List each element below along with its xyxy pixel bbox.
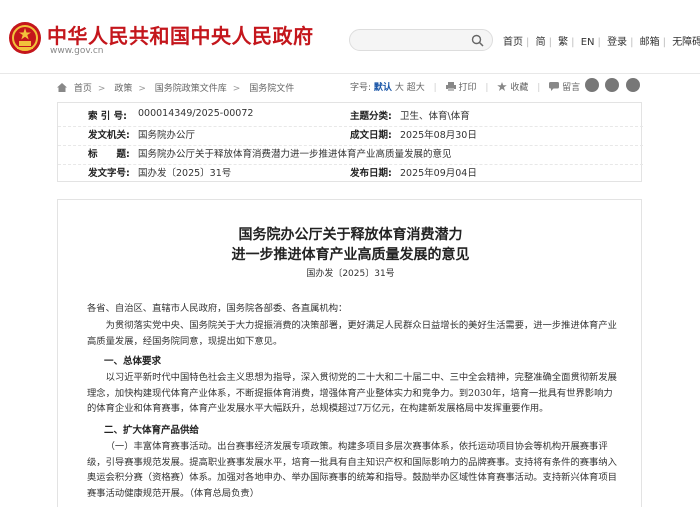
search-icon[interactable]: [471, 34, 484, 47]
article-title-line-2: 进一步推进体育产业高质量发展的意见: [231, 247, 470, 263]
comment-icon[interactable]: [549, 82, 560, 91]
issuer-label: 发文机关:: [88, 130, 130, 141]
written-date-value: 2025年08月30日: [400, 130, 477, 141]
wechat-icon[interactable]: [605, 78, 619, 92]
article-tools: 字号: 默认 大 超大 | 打印 | 收藏 | 留言: [350, 82, 581, 93]
nav-home[interactable]: 首页: [503, 37, 523, 48]
comment-button[interactable]: 留言: [562, 83, 580, 93]
breadcrumb-policy-library[interactable]: 国务院政策文件库: [155, 84, 227, 94]
publish-date-value: 2025年09月04日: [400, 168, 477, 179]
search-input[interactable]: [349, 29, 493, 51]
font-size-default[interactable]: 默认: [374, 83, 392, 93]
breadcrumb-policy[interactable]: 政策: [114, 84, 132, 94]
nav-login[interactable]: 登录: [607, 37, 627, 48]
article-title-line-1: 国务院办公厅关于释放体育消费潜力: [238, 227, 463, 243]
paragraph-sports-events: （一）丰富体育赛事活动。出台赛事经济发展专项政策。构建多项目多层次赛事体系，依托…: [87, 441, 617, 499]
index-label: 索 引 号:: [88, 111, 127, 122]
section-heading-1: 一、总体要求: [104, 356, 162, 367]
site-header: 中华人民共和国中央人民政府 www.gov.cn 首页 | 简 | 繁 | EN | 登…: [0, 0, 700, 74]
site-title[interactable]: 中华人民共和国中央人民政府: [47, 20, 314, 49]
paragraph-general-requirements: 以习近平新时代中国特色社会主义思想为指导，深入贯彻党的二十大和二十届二中、三中全…: [87, 372, 617, 414]
font-size-large[interactable]: 大: [395, 83, 404, 93]
favorite-button[interactable]: 收藏: [510, 83, 528, 93]
breadcrumb-state-council-docs[interactable]: 国务院文件: [249, 84, 294, 94]
nav-mail[interactable]: 邮箱: [640, 37, 660, 48]
home-icon: [57, 83, 67, 92]
nav-accessibility[interactable]: 无障碍: [672, 37, 700, 48]
header-divider: [0, 73, 700, 74]
index-value: 000014349/2025-00072: [138, 108, 254, 119]
nav-traditional[interactable]: 繁: [558, 37, 568, 48]
breadcrumb-home[interactable]: 首页: [74, 84, 92, 94]
weibo-icon[interactable]: [585, 78, 599, 92]
font-size-label: 字号:: [350, 83, 372, 93]
publish-date-label: 发布日期:: [350, 168, 392, 179]
written-date-label: 成文日期:: [350, 130, 392, 141]
doc-number-label: 发文字号:: [88, 168, 130, 179]
article-body: 国务院办公厅关于释放体育消费潜力 进一步推进体育产业高质量发展的意见 国办发〔2…: [57, 199, 642, 507]
nav-english[interactable]: EN: [581, 37, 595, 48]
issuer-value: 国务院办公厅: [138, 130, 196, 141]
font-size-xlarge[interactable]: 超大: [407, 83, 425, 93]
nav-simplified[interactable]: 简: [536, 37, 546, 48]
top-nav: 首页 | 简 | 繁 | EN | 登录 | 邮箱 | 无障碍: [503, 33, 700, 48]
category-value: 卫生、体育\体育: [400, 111, 470, 122]
article-doc-number: 国办发〔2025〕31号: [306, 269, 395, 279]
title-value: 国务院办公厅关于释放体育消费潜力进一步推进体育产业高质量发展的意见: [138, 149, 452, 160]
salutation: 各省、自治区、直辖市人民政府，国务院各部委、各直属机构：: [87, 303, 348, 314]
doc-number-value: 国办发〔2025〕31号: [138, 168, 232, 179]
qzone-icon[interactable]: [626, 78, 640, 92]
star-icon[interactable]: [497, 82, 508, 91]
document-info-table: 索 引 号: 000014349/2025-00072 主题分类: 卫生、体育\…: [57, 102, 643, 182]
print-button[interactable]: 打印: [459, 83, 477, 93]
breadcrumb: 首页 > 政策 > 国务院政策文件库 > 国务院文件: [57, 81, 294, 94]
national-emblem-icon[interactable]: [8, 21, 42, 55]
category-label: 主题分类:: [350, 111, 392, 122]
section-heading-2: 二、扩大体育产品供给: [104, 425, 200, 436]
site-url: www.gov.cn: [50, 46, 104, 56]
print-icon[interactable]: [445, 82, 456, 91]
intro-paragraph: 为贯彻落实党中央、国务院关于大力提振消费的决策部署，更好满足人民群众日益增长的美…: [87, 320, 617, 347]
title-label: 标 题:: [88, 149, 130, 160]
